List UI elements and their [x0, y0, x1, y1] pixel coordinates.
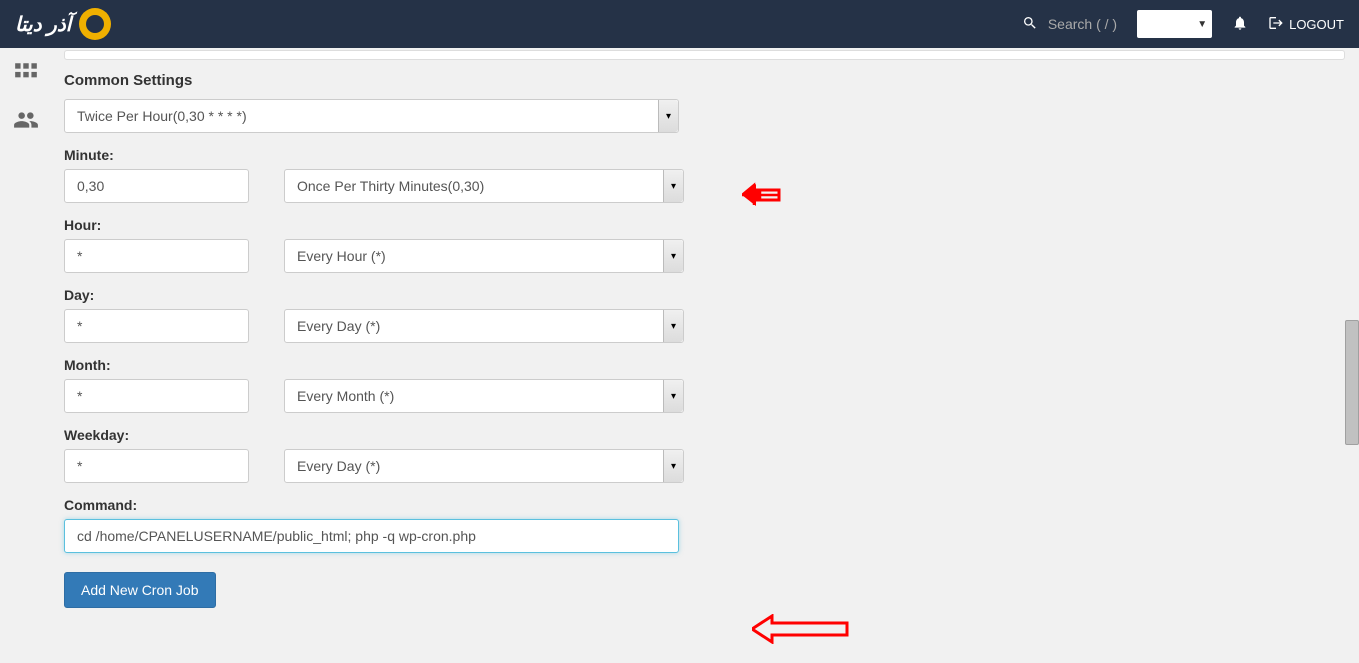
weekday-preset-select[interactable]: Every Day (*) — [284, 449, 684, 483]
top-header: آذر دیتا Search ( / ) ▼ LOGOUT — [0, 0, 1359, 48]
header-left: آذر دیتا — [15, 8, 111, 40]
day-preset-value: Every Day (*) — [297, 318, 380, 334]
minute-preset-select[interactable]: Once Per Thirty Minutes(0,30) — [284, 169, 684, 203]
brand-logo[interactable]: آذر دیتا — [15, 8, 111, 40]
command-input[interactable] — [64, 519, 679, 553]
month-preset-select[interactable]: Every Month (*) — [284, 379, 684, 413]
logout-icon — [1268, 15, 1284, 34]
hour-input[interactable] — [64, 239, 249, 273]
cron-form: Common Settings Twice Per Hour(0,30 * * … — [52, 72, 1357, 608]
search-icon — [1022, 15, 1038, 34]
common-settings-label: Common Settings — [64, 72, 1345, 89]
sidebar-apps-button[interactable] — [13, 60, 39, 89]
logo-icon — [79, 8, 111, 40]
minute-preset-value: Once Per Thirty Minutes(0,30) — [297, 178, 484, 194]
left-sidebar — [0, 48, 52, 623]
month-input[interactable] — [64, 379, 249, 413]
weekday-label: Weekday: — [64, 427, 1345, 443]
logo-text: آذر دیتا — [15, 12, 71, 37]
weekday-input[interactable] — [64, 449, 249, 483]
day-input[interactable] — [64, 309, 249, 343]
notifications-button[interactable] — [1232, 15, 1248, 34]
common-settings-value: Twice Per Hour(0,30 * * * *) — [77, 108, 247, 124]
weekday-preset-value: Every Day (*) — [297, 458, 380, 474]
command-label: Command: — [64, 497, 1345, 513]
day-label: Day: — [64, 287, 1345, 303]
previous-card-bottom — [64, 50, 1345, 60]
hour-preset-value: Every Hour (*) — [297, 248, 386, 264]
logout-button[interactable]: LOGOUT — [1268, 15, 1344, 34]
add-cron-job-button[interactable]: Add New Cron Job — [64, 572, 216, 608]
month-label: Month: — [64, 357, 1345, 373]
month-preset-value: Every Month (*) — [297, 388, 394, 404]
scrollbar-thumb[interactable] — [1345, 320, 1359, 445]
chevron-down-icon — [663, 380, 683, 412]
chevron-down-icon — [658, 100, 678, 132]
chevron-down-icon: ▼ — [1197, 19, 1207, 30]
common-settings-select[interactable]: Twice Per Hour(0,30 * * * *) — [64, 99, 679, 133]
chevron-down-icon — [663, 310, 683, 342]
annotation-arrow-icon — [752, 614, 852, 644]
minute-input[interactable] — [64, 169, 249, 203]
chevron-down-icon — [663, 170, 683, 202]
hour-preset-select[interactable]: Every Hour (*) — [284, 239, 684, 273]
submit-label: Add New Cron Job — [81, 582, 199, 598]
grid-icon — [13, 73, 39, 89]
sidebar-users-button[interactable] — [13, 107, 39, 136]
user-dropdown[interactable]: ▼ — [1137, 10, 1212, 38]
search-trigger[interactable]: Search ( / ) — [1022, 15, 1117, 34]
chevron-down-icon — [663, 450, 683, 482]
minute-label: Minute: — [64, 147, 1345, 163]
search-placeholder-text: Search ( / ) — [1048, 16, 1117, 32]
hour-label: Hour: — [64, 217, 1345, 233]
bell-icon — [1232, 18, 1248, 34]
users-icon — [13, 120, 39, 136]
chevron-down-icon — [663, 240, 683, 272]
header-right: Search ( / ) ▼ LOGOUT — [1022, 10, 1344, 38]
day-preset-select[interactable]: Every Day (*) — [284, 309, 684, 343]
logout-label: LOGOUT — [1289, 17, 1344, 32]
